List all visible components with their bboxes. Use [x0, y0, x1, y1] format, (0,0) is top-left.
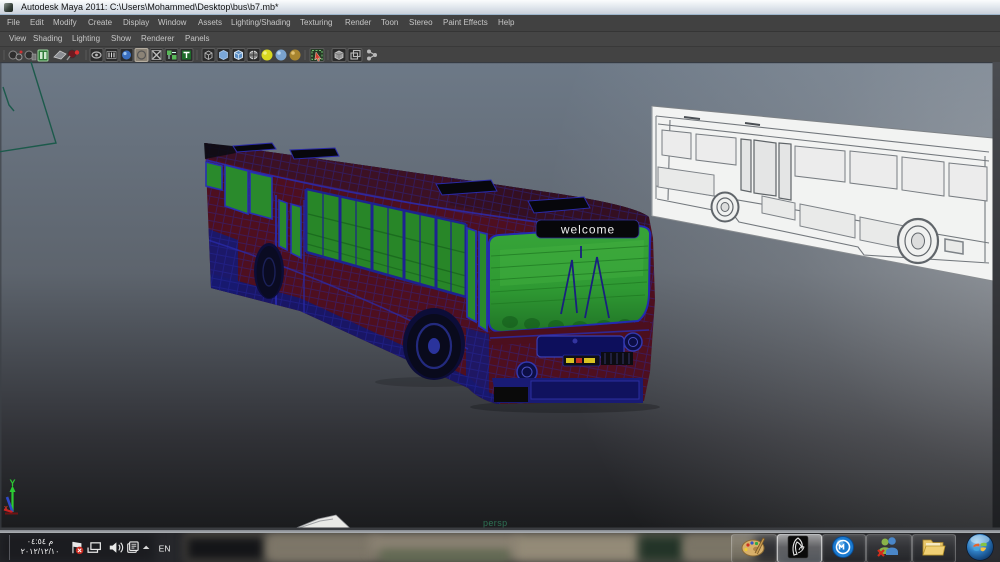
svg-text:Y: Y — [9, 478, 15, 488]
svg-text:EN: EN — [159, 543, 171, 553]
svg-text:welcome: welcome — [560, 223, 615, 237]
svg-text:x: x — [4, 505, 8, 512]
svg-text:persp: persp — [483, 518, 508, 528]
